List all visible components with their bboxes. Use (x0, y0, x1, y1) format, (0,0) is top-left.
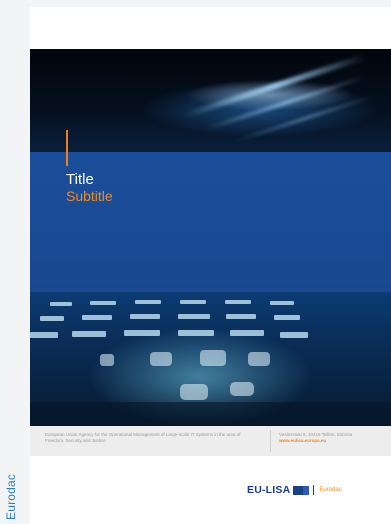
hero-image-keyboard (30, 292, 391, 426)
cover-title: Title (66, 171, 94, 188)
hero-image-top (30, 49, 391, 152)
cover-subtitle: Subtitle (66, 188, 113, 204)
logo-separator (313, 485, 315, 495)
footer-url-link[interactable]: www.eulisa.europa.eu (279, 438, 387, 444)
eu-lisa-logo: EU-LISA Eurodac (247, 483, 342, 497)
accent-bar (66, 130, 68, 166)
footer-agency-text: European Union Agency for the Operationa… (45, 432, 241, 443)
footer-strip: European Union Agency for the Operationa… (30, 426, 391, 456)
footer-divider (270, 430, 271, 452)
keyboard-illustration (30, 300, 391, 426)
side-label-eurodac: Eurodac (4, 473, 18, 520)
eu-flag-icon (293, 485, 310, 495)
logo-wordmark: EU-LISA (247, 484, 291, 496)
logo-system-name: Eurodac (319, 487, 342, 493)
document-cover-page: Title Subtitle European Union Agency for… (30, 7, 391, 524)
footer-contact: Vesilennuki 5, 10415 Tallinn, Estonia ww… (279, 432, 387, 444)
